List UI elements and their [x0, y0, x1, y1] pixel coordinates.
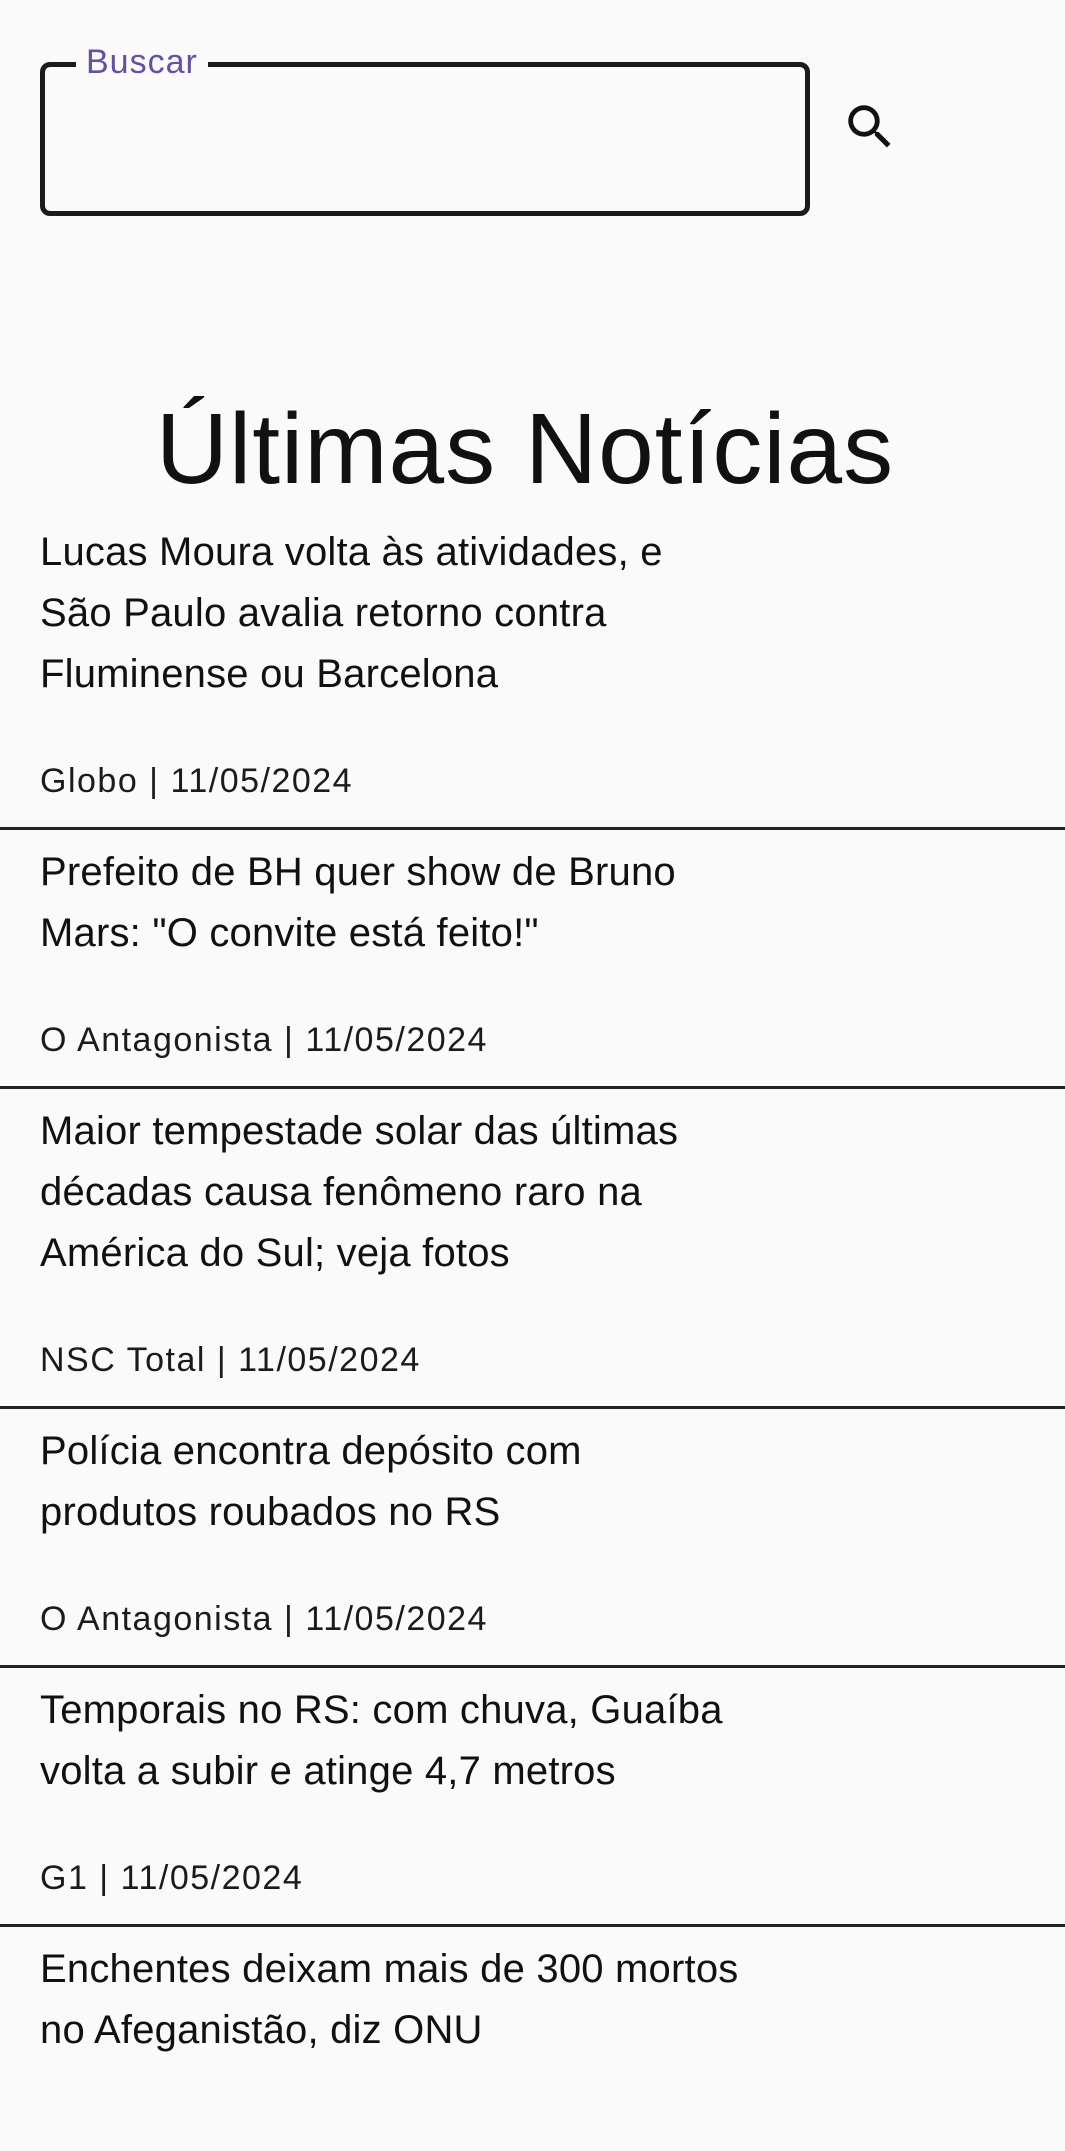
news-headline: Lucas Moura volta às atividades, e São P…: [40, 530, 663, 696]
news-item[interactable]: Temporais no RS: com chuva, Guaíba volta…: [0, 1668, 1065, 1927]
news-source-date: NSC Total | 11/05/2024: [40, 1341, 421, 1379]
news-headline: Maior tempestade solar das últimas décad…: [40, 1109, 679, 1275]
search-icon: [848, 105, 891, 148]
news-headline: Polícia encontra depósito com produtos r…: [40, 1429, 582, 1534]
news-source-date: [40, 2117, 1025, 2143]
news-source-date: O Antagonista | 11/05/2024: [40, 1021, 488, 1059]
news-item[interactable]: Enchentes deixam mais de 300 mortos no A…: [0, 1927, 1065, 2143]
news-item[interactable]: Prefeito de BH quer show de Bruno Mars: …: [0, 830, 1065, 1089]
page-title: Últimas Notícias: [155, 393, 895, 505]
search-button[interactable]: [835, 92, 905, 162]
news-source-date: G1 | 11/05/2024: [40, 1859, 304, 1897]
news-source-date: Globo | 11/05/2024: [40, 762, 354, 800]
news-headline: Prefeito de BH quer show de Bruno Mars: …: [40, 850, 676, 955]
news-headline: Enchentes deixam mais de 300 mortos no A…: [40, 1947, 739, 2052]
search-input[interactable]: [70, 102, 774, 174]
news-item[interactable]: Lucas Moura volta às atividades, e São P…: [0, 510, 1065, 830]
news-item[interactable]: Polícia encontra depósito com produtos r…: [0, 1409, 1065, 1668]
news-item[interactable]: Maior tempestade solar das últimas décad…: [0, 1089, 1065, 1409]
search-field-label: Buscar: [76, 42, 208, 82]
search-field[interactable]: Buscar: [40, 42, 810, 216]
news-source-date: O Antagonista | 11/05/2024: [40, 1600, 488, 1638]
news-list: Lucas Moura volta às atividades, e São P…: [0, 510, 1065, 2143]
news-headline: Temporais no RS: com chuva, Guaíba volta…: [40, 1688, 723, 1793]
